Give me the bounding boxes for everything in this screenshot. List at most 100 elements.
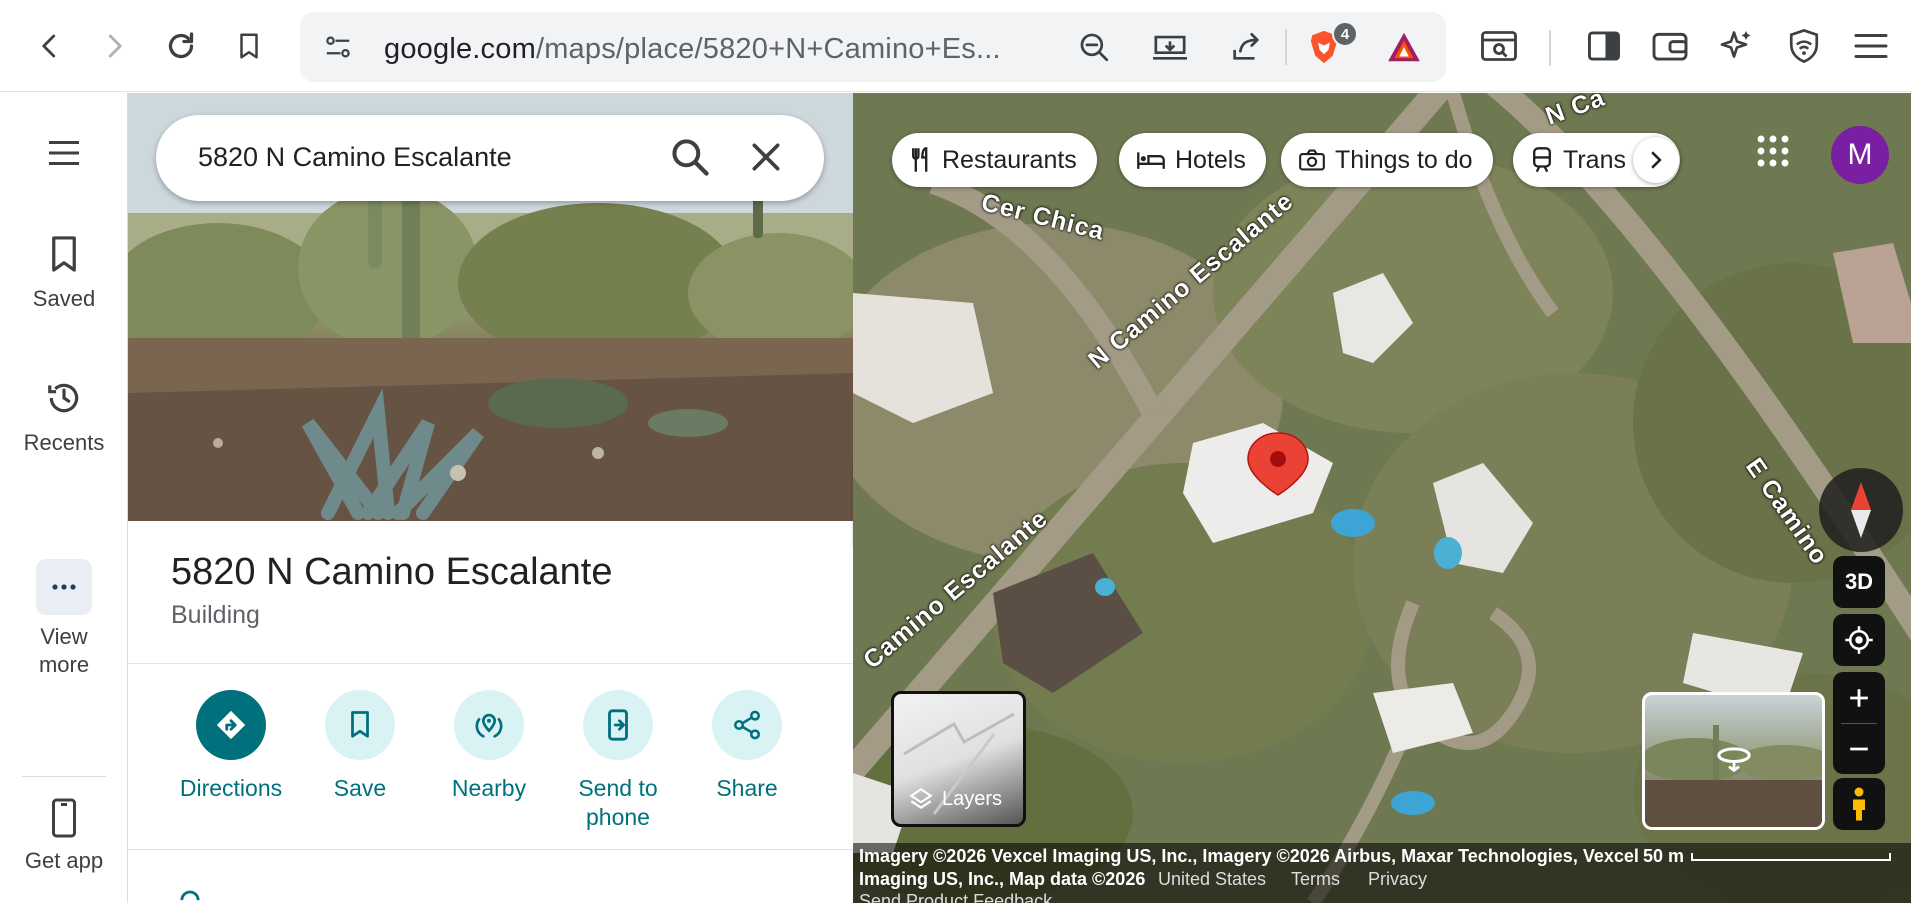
directions-button[interactable]: Directions (161, 690, 301, 803)
sidebar-icon[interactable] (1580, 22, 1628, 70)
save-button[interactable]: Save (290, 690, 430, 803)
chips-scroll-right-button[interactable] (1633, 137, 1679, 183)
3d-toggle-button[interactable]: 3D (1833, 556, 1885, 608)
share-label: Share (716, 775, 778, 801)
rail-recents-button[interactable]: Recents (0, 379, 128, 457)
rail-view-more-line1: View (40, 624, 88, 649)
compass-icon (1841, 480, 1881, 540)
install-app-icon[interactable] (1146, 23, 1194, 71)
send-to-phone-icon (583, 690, 653, 760)
rail-saved-button[interactable]: Saved (0, 235, 128, 313)
rail-saved-label: Saved (32, 286, 96, 311)
clear-search-icon[interactable] (746, 137, 786, 177)
brave-shields-icon[interactable]: 4 (1300, 21, 1358, 71)
my-location-button[interactable] (1833, 614, 1885, 666)
rail-menu-button[interactable] (0, 139, 128, 167)
compass-button[interactable] (1819, 468, 1903, 552)
satellite-map[interactable]: Cer Chica N Camino Escalante Camino Esca… (853, 93, 1911, 903)
zoom-in-icon[interactable] (1848, 673, 1870, 723)
share-icon[interactable] (1222, 23, 1270, 71)
nearby-icon (454, 690, 524, 760)
phone-icon (50, 797, 78, 839)
search-icon[interactable] (668, 135, 712, 179)
maps-left-rail: Saved Recents View more Get app (0, 93, 128, 903)
chip-restaurants[interactable]: Restaurants (892, 133, 1097, 187)
camera-icon (1299, 149, 1325, 171)
country-label[interactable]: United States (1158, 869, 1266, 890)
chip-hotels-label: Hotels (1175, 145, 1246, 174)
screenshot-icon[interactable] (1475, 22, 1523, 70)
place-side-panel: 5820 N Camino Escalante 5820 N Camino Es… (128, 93, 853, 903)
train-icon (1531, 147, 1553, 173)
share-button[interactable]: Share (677, 690, 817, 803)
url-text[interactable]: google.com/maps/place/5820+N+Camino+Es..… (384, 33, 1001, 66)
bookmark-icon[interactable] (225, 22, 273, 70)
chip-things-to-do[interactable]: Things to do (1281, 133, 1493, 187)
address-bar[interactable]: google.com/maps/place/5820+N+Camino+Es..… (300, 12, 1446, 82)
rail-recents-label: Recents (23, 430, 105, 455)
account-avatar[interactable]: M (1831, 126, 1889, 184)
layers-label: Layers (942, 787, 1003, 810)
history-icon (45, 379, 83, 417)
nearby-button[interactable]: Nearby (419, 690, 559, 803)
hamburger-icon (46, 139, 82, 167)
url-host: google.com (384, 33, 536, 65)
rail-divider (22, 776, 106, 777)
terms-link[interactable]: Terms (1291, 869, 1340, 890)
chevron-right-icon (1649, 151, 1663, 169)
hotel-icon (1137, 149, 1165, 171)
chip-restaurants-label: Restaurants (942, 145, 1077, 174)
send-to-phone-label: Send to phone (578, 774, 657, 832)
divider (128, 849, 853, 850)
send-to-phone-line1: Send to (578, 775, 658, 801)
vpn-icon[interactable] (1780, 22, 1828, 70)
chip-transit-label: Trans (1563, 145, 1626, 174)
chip-hotels[interactable]: Hotels (1119, 133, 1266, 187)
privacy-link[interactable]: Privacy (1368, 869, 1427, 890)
directions-icon (196, 690, 266, 760)
zoom-out-icon[interactable] (1848, 724, 1870, 774)
place-type[interactable]: Building (171, 601, 260, 630)
saved-icon (49, 235, 79, 273)
wallet-icon[interactable] (1646, 22, 1694, 70)
location-pin-icon (176, 889, 204, 903)
layers-button[interactable]: Layers (891, 691, 1026, 827)
save-label: Save (333, 775, 387, 801)
send-feedback-link[interactable]: Send Product Feedback (859, 891, 1052, 903)
map-attribution: Imagery ©2026 Vexcel Imaging US, Inc., I… (853, 843, 1911, 903)
reload-icon[interactable] (157, 22, 205, 70)
back-icon[interactable] (26, 22, 74, 70)
imagery-credit-line1: Imagery ©2026 Vexcel Imaging US, Inc., I… (859, 846, 1639, 866)
pegman-button[interactable] (1833, 778, 1885, 830)
restaurant-icon (910, 147, 932, 173)
street-view-photo[interactable]: 5820 N Camino Escalante (128, 93, 853, 521)
send-to-phone-line2: phone (586, 804, 650, 830)
menu-icon[interactable] (1847, 22, 1895, 70)
street-view-thumbnail[interactable] (1642, 692, 1825, 830)
rail-view-more-line2: more (38, 652, 90, 677)
divider (128, 663, 853, 664)
site-settings-icon[interactable] (314, 23, 362, 71)
rotate-360-icon (1715, 745, 1753, 773)
imagery-credit-line2: Imaging US, Inc., Map data ©2026 (859, 869, 1146, 889)
scale-bar (1691, 853, 1891, 861)
send-to-phone-button[interactable]: Send to phone (548, 690, 688, 832)
layers-icon (908, 786, 934, 812)
directions-label: Directions (179, 775, 283, 801)
chip-things-to-do-label: Things to do (1335, 145, 1473, 174)
search-box[interactable]: 5820 N Camino Escalante (156, 115, 824, 201)
zoom-controls (1833, 672, 1885, 774)
leo-ai-icon[interactable] (1713, 22, 1761, 70)
forward-icon[interactable] (90, 22, 138, 70)
brave-badge: 4 (1332, 21, 1358, 47)
save-icon (325, 690, 395, 760)
place-title: 5820 N Camino Escalante (171, 551, 613, 593)
zoom-out-icon[interactable] (1070, 23, 1118, 71)
apps-grid-icon[interactable] (1755, 133, 1791, 169)
rail-view-more-button[interactable]: View more (0, 559, 128, 679)
nearby-label: Nearby (451, 775, 527, 801)
brave-rewards-icon[interactable] (1380, 23, 1428, 71)
search-input[interactable]: 5820 N Camino Escalante (198, 142, 512, 173)
scale-label[interactable]: 50 m (1643, 846, 1684, 867)
rail-get-app-button[interactable]: Get app (0, 797, 128, 875)
